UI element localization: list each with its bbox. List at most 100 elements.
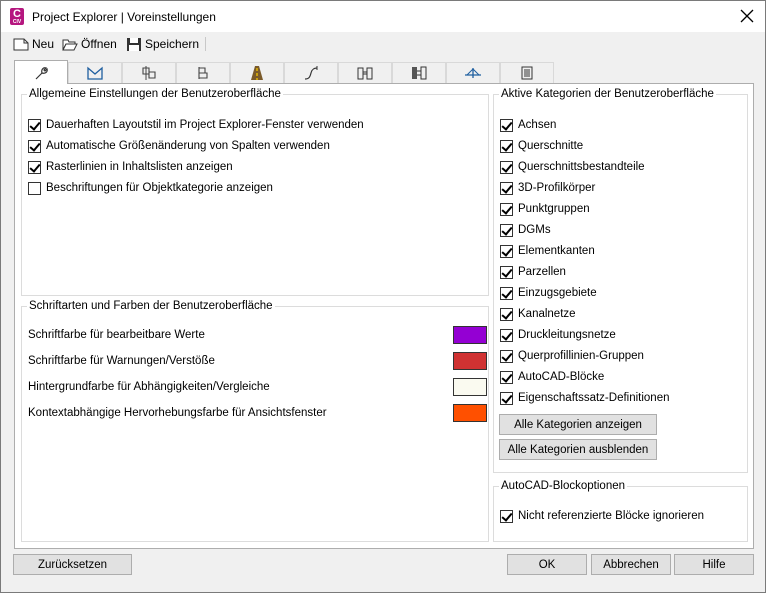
new-document-icon (13, 38, 29, 50)
checkbox[interactable] (500, 265, 513, 279)
category-item[interactable]: Druckleitungsnetze (500, 327, 616, 343)
category-item[interactable]: Punktgruppen (500, 201, 590, 217)
pressure-network-icon (412, 66, 427, 80)
checkbox[interactable] (28, 160, 41, 174)
checkbox[interactable] (500, 307, 513, 321)
autocad-block-options-group: AutoCAD-Blockoptionen Nicht referenziert… (493, 480, 748, 542)
save-button[interactable]: Speichern (126, 35, 199, 53)
tab-tables[interactable] (500, 62, 554, 83)
tab-general[interactable] (14, 60, 68, 84)
color-row-warnings: Schriftfarbe für Warnungen/Verstöße (28, 352, 488, 370)
points-icon (142, 66, 156, 80)
tab-alignments[interactable] (284, 62, 338, 83)
open-button[interactable]: Öffnen (62, 35, 117, 53)
option-label: Automatische Größenänderung von Spalten … (46, 140, 330, 152)
general-settings-legend: Allgemeine Einstellungen der Benutzerobe… (29, 88, 281, 100)
fonts-colors-group: Schriftarten und Farben der Benutzerober… (21, 300, 489, 542)
category-label: Druckleitungsnetze (518, 329, 616, 341)
color-label: Kontextabhängige Hervorhebungsfarbe für … (28, 407, 327, 419)
alignment-icon (304, 66, 318, 80)
close-icon (740, 9, 754, 23)
tab-pipe-networks[interactable] (338, 62, 392, 83)
category-item[interactable]: Einzugsgebiete (500, 285, 597, 301)
open-label: Öffnen (81, 37, 117, 51)
category-item[interactable]: DGMs (500, 222, 551, 238)
wrench-icon (35, 66, 48, 79)
category-item[interactable]: Eigenschaftssatz-Definitionen (500, 390, 670, 406)
checkbox[interactable] (28, 181, 41, 195)
color-label: Schriftfarbe für Warnungen/Verstöße (28, 355, 215, 367)
color-swatch[interactable] (453, 378, 487, 396)
tab-pressure-networks[interactable] (392, 62, 446, 83)
checkbox[interactable] (500, 139, 513, 153)
toolbar-separator (205, 37, 206, 51)
new-button[interactable]: Neu (13, 35, 54, 53)
checkbox[interactable] (500, 391, 513, 405)
color-row-editable-values: Schriftfarbe für bearbeitbare Werte (28, 326, 488, 344)
checkbox[interactable] (500, 202, 513, 216)
tab-parcels[interactable] (176, 62, 230, 83)
option-label: Beschriftungen für Objektkategorie anzei… (46, 182, 273, 194)
general-settings-group: Allgemeine Einstellungen der Benutzerobe… (21, 88, 489, 296)
cancel-button[interactable]: Abbrechen (591, 554, 671, 575)
tab-corridors[interactable] (230, 62, 284, 83)
category-item[interactable]: Querschnittsbestandteile (500, 159, 645, 175)
category-item[interactable]: 3D-Profilkörper (500, 180, 595, 196)
checkbox[interactable] (500, 349, 513, 363)
toolbar: Neu Öffnen Speichern (1, 33, 765, 55)
table-icon (521, 66, 533, 80)
fonts-colors-legend: Schriftarten und Farben der Benutzerober… (29, 300, 273, 312)
active-categories-legend: Aktive Kategorien der Benutzeroberfläche (501, 88, 714, 100)
category-item[interactable]: AutoCAD-Blöcke (500, 369, 604, 385)
tab-sections[interactable] (446, 62, 500, 83)
checkbox[interactable] (500, 160, 513, 174)
option-grid-lines[interactable]: Rasterlinien in Inhaltslisten anzeigen (28, 159, 233, 175)
color-swatch[interactable] (453, 352, 487, 370)
checkbox[interactable] (500, 181, 513, 195)
color-label: Schriftfarbe für bearbeitbare Werte (28, 329, 205, 341)
tab-points[interactable] (122, 62, 176, 83)
tab-surfaces[interactable] (68, 62, 122, 83)
category-label: Kanalnetze (518, 308, 576, 320)
category-item[interactable]: Querprofillinien-Gruppen (500, 348, 644, 364)
checkbox[interactable] (500, 370, 513, 384)
category-item[interactable]: Achsen (500, 117, 556, 133)
corridor-icon (251, 66, 263, 80)
close-button[interactable] (737, 6, 757, 26)
help-button[interactable]: Hilfe (674, 554, 754, 575)
category-label: Querschnitte (518, 140, 584, 152)
show-all-categories-button[interactable]: Alle Kategorien anzeigen (499, 414, 657, 435)
category-item[interactable]: Parzellen (500, 264, 566, 280)
parcel-icon (198, 67, 208, 79)
option-category-labels[interactable]: Beschriftungen für Objektkategorie anzei… (28, 180, 273, 196)
category-item[interactable]: Querschnitte (500, 138, 583, 154)
color-row-highlight: Kontextabhängige Hervorhebungsfarbe für … (28, 404, 488, 422)
category-label: Einzugsgebiete (518, 287, 597, 299)
checkbox[interactable] (500, 286, 513, 300)
option-persistent-layout[interactable]: Dauerhaften Layoutstil im Project Explor… (28, 117, 364, 133)
ok-button[interactable]: OK (507, 554, 587, 575)
color-label: Hintergrundfarbe für Abhängigkeiten/Verg… (28, 381, 270, 393)
surface-icon (87, 66, 103, 80)
reset-button[interactable]: Zurücksetzen (13, 554, 132, 575)
checkbox[interactable] (28, 118, 41, 132)
checkbox[interactable] (500, 244, 513, 258)
option-auto-resize-columns[interactable]: Automatische Größenänderung von Spalten … (28, 138, 330, 154)
checkbox[interactable] (500, 223, 513, 237)
block-options-legend: AutoCAD-Blockoptionen (501, 480, 626, 492)
color-swatch[interactable] (453, 404, 487, 422)
checkbox[interactable] (500, 118, 513, 132)
category-item[interactable]: Kanalnetze (500, 306, 576, 322)
hide-all-categories-button[interactable]: Alle Kategorien ausblenden (499, 439, 657, 460)
option-label: Rasterlinien in Inhaltslisten anzeigen (46, 161, 233, 173)
checkbox[interactable] (28, 139, 41, 153)
option-ignore-unreferenced-blocks[interactable]: Nicht referenzierte Blöcke ignorieren (500, 508, 704, 524)
color-swatch[interactable] (453, 326, 487, 344)
category-item[interactable]: Elementkanten (500, 243, 595, 259)
section-icon (465, 68, 481, 78)
option-label: Nicht referenzierte Blöcke ignorieren (518, 510, 705, 522)
tab-content: Allgemeine Einstellungen der Benutzerobe… (14, 83, 754, 549)
checkbox[interactable] (500, 328, 513, 342)
save-label: Speichern (145, 37, 200, 51)
checkbox[interactable] (500, 509, 513, 523)
